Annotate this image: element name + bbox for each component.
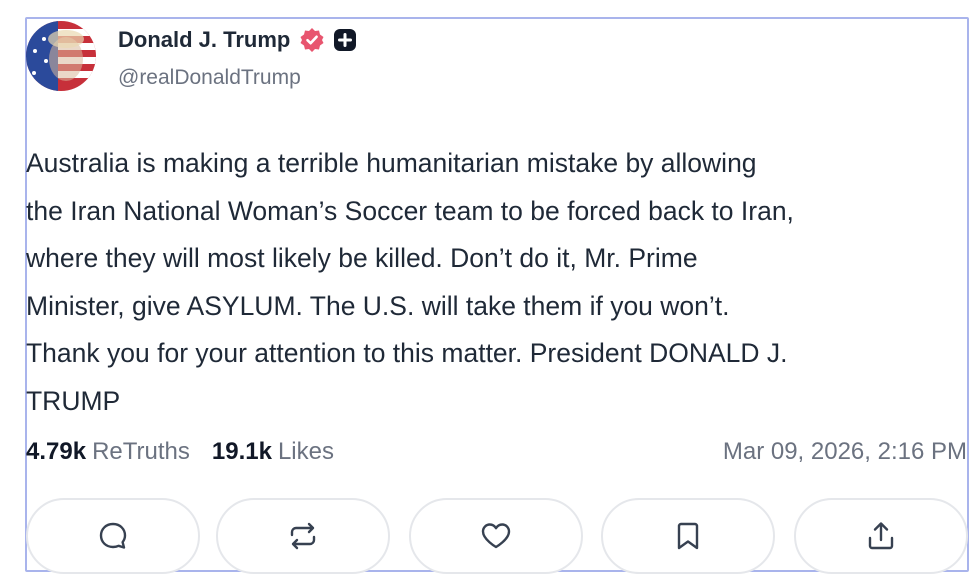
post-timestamp[interactable]: Mar 09, 2026, 2:16 PM bbox=[723, 438, 967, 466]
likes-count[interactable]: 19.1k bbox=[212, 438, 272, 466]
verified-badge-icon bbox=[299, 27, 325, 53]
bookmark-icon bbox=[677, 522, 699, 550]
share-button[interactable] bbox=[794, 498, 968, 574]
retruth-button[interactable] bbox=[216, 498, 390, 574]
author-handle[interactable]: @realDonaldTrump bbox=[118, 66, 301, 90]
reply-icon bbox=[99, 522, 127, 549]
like-button[interactable] bbox=[409, 498, 583, 574]
share-icon bbox=[868, 522, 894, 550]
likes-label[interactable]: Likes bbox=[278, 438, 334, 466]
plus-badge-icon bbox=[333, 28, 357, 52]
bookmark-button[interactable] bbox=[601, 498, 775, 574]
author-name[interactable]: Donald J. Trump bbox=[118, 27, 290, 53]
post-body: Australia is making a terrible humanitar… bbox=[26, 148, 794, 416]
action-bar bbox=[26, 498, 976, 574]
post-stats: 4.79k ReTruths 19.1k Likes bbox=[26, 438, 334, 466]
author-row: Donald J. Trump bbox=[118, 27, 357, 53]
retruth-icon bbox=[290, 522, 316, 550]
retruths-label[interactable]: ReTruths bbox=[92, 438, 190, 466]
heart-icon bbox=[481, 523, 511, 549]
reply-button[interactable] bbox=[26, 498, 200, 574]
avatar[interactable] bbox=[26, 21, 96, 91]
retruths-count[interactable]: 4.79k bbox=[26, 438, 86, 466]
